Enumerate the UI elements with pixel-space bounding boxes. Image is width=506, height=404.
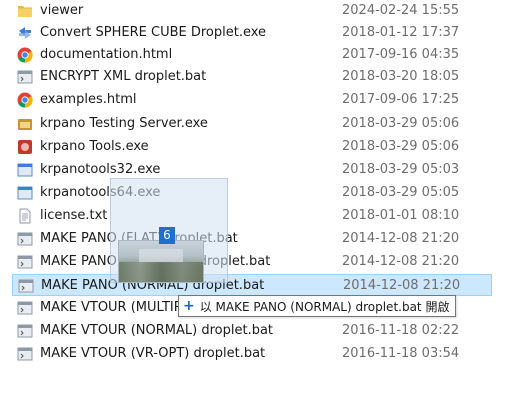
- file-name: krpano Testing Server.exe: [40, 116, 208, 131]
- file-date: 2018-03-20 18:05: [342, 69, 460, 84]
- file-row-make-pano-multires[interactable]: MAKE PANO (MULTIRES) droplet.bat 2014-12…: [12, 251, 492, 273]
- file-date: 2018-01-01 08:10: [342, 208, 460, 223]
- file-row-krpano-tools[interactable]: krpano Tools.exe 2018-03-29 05:06: [12, 136, 492, 158]
- bat-file-icon: [17, 301, 33, 315]
- file-row-krpanotools64[interactable]: krpanotools64.exe 2018-03-29 05:05: [12, 182, 492, 204]
- file-row-make-pano-normal[interactable]: MAKE PANO (NORMAL) droplet.bat 2014-12-0…: [12, 274, 492, 296]
- file-name: MAKE VTOUR (NORMAL) droplet.bat: [40, 323, 274, 338]
- chrome-icon: [17, 92, 33, 108]
- bat-file-icon: [17, 232, 33, 246]
- file-date: 2014-12-08 21:20: [343, 278, 461, 293]
- file-name: documentation.html: [40, 47, 173, 62]
- file-row-make-pano-flat[interactable]: MAKE PANO (FLAT) droplet.bat 2014-12-08 …: [12, 228, 492, 250]
- file-row-encrypt[interactable]: ENCRYPT XML droplet.bat 2018-03-20 18:05: [12, 66, 492, 88]
- file-row-viewer[interactable]: viewer 2024-02-24 15:55: [12, 0, 492, 22]
- file-row-license[interactable]: license.txt 2018-01-01 08:10: [12, 205, 492, 227]
- drop-tooltip: + 以 MAKE PANO (NORMAL) droplet.bat 開啟: [178, 295, 457, 317]
- drag-count-badge: 6: [159, 227, 175, 244]
- file-date: 2018-03-29 05:03: [342, 162, 460, 177]
- file-name: krpano Tools.exe: [40, 139, 149, 154]
- folder-icon: [18, 6, 32, 17]
- chrome-icon: [17, 47, 33, 63]
- file-date: 2014-12-08 21:20: [342, 231, 460, 246]
- krpano-icon: [18, 119, 32, 130]
- file-row-make-vtour-vropt[interactable]: MAKE VTOUR (VR-OPT) droplet.bat 2016-11-…: [12, 343, 492, 365]
- file-name: Convert SPHERE CUBE Droplet.exe: [40, 25, 267, 40]
- file-row-testing-server[interactable]: krpano Testing Server.exe 2018-03-29 05:…: [12, 113, 492, 135]
- file-date: 2016-11-18 03:54: [342, 346, 460, 361]
- bat-file-icon: [18, 279, 34, 293]
- file-name: krpanotools32.exe: [40, 162, 161, 177]
- file-row-examples[interactable]: examples.html 2017-09-06 17:25: [12, 89, 492, 111]
- convert-app-icon: [19, 27, 31, 39]
- krpano-tools-icon: [18, 140, 32, 154]
- drag-thumbnail: [118, 240, 204, 283]
- file-date: 2016-11-18 02:22: [342, 323, 460, 338]
- file-date: 2024-02-24 15:55: [342, 3, 460, 18]
- file-row-convert[interactable]: Convert SPHERE CUBE Droplet.exe 2018-01-…: [12, 22, 492, 44]
- bat-file-icon: [17, 324, 33, 338]
- file-date: 2017-09-06 17:25: [342, 92, 460, 107]
- thumbnail-sky: [139, 249, 183, 263]
- file-row-make-vtour-normal[interactable]: MAKE VTOUR (NORMAL) droplet.bat 2016-11-…: [12, 320, 492, 342]
- thumbnail-ground: [119, 262, 203, 282]
- file-name: license.txt: [40, 208, 108, 223]
- file-name: viewer: [40, 3, 84, 18]
- drop-tooltip-text: 以 MAKE PANO (NORMAL) droplet.bat 開啟: [199, 299, 450, 314]
- plus-icon: +: [183, 298, 195, 314]
- file-date: 2014-12-08 21:20: [342, 254, 460, 269]
- bat-file-icon: [17, 347, 33, 361]
- file-date: 2018-01-12 17:37: [342, 25, 460, 40]
- file-row-krpanotools32[interactable]: krpanotools32.exe 2018-03-29 05:03: [12, 159, 492, 181]
- file-date: 2018-03-29 05:06: [342, 139, 460, 154]
- file-name: MAKE VTOUR (VR-OPT) droplet.bat: [40, 346, 266, 361]
- file-name: examples.html: [40, 92, 137, 107]
- exe-icon: [17, 163, 33, 177]
- file-row-documentation[interactable]: documentation.html 2017-09-16 04:35: [12, 44, 492, 66]
- file-date: 2018-03-29 05:05: [342, 185, 460, 200]
- file-date: 2018-03-29 05:06: [342, 116, 460, 131]
- bat-file-icon: [17, 255, 33, 269]
- file-name: ENCRYPT XML droplet.bat: [40, 69, 207, 84]
- exe-icon: [17, 186, 33, 200]
- bat-file-icon: [17, 70, 33, 84]
- text-file-icon: [19, 208, 31, 224]
- file-date: 2017-09-16 04:35: [342, 47, 460, 62]
